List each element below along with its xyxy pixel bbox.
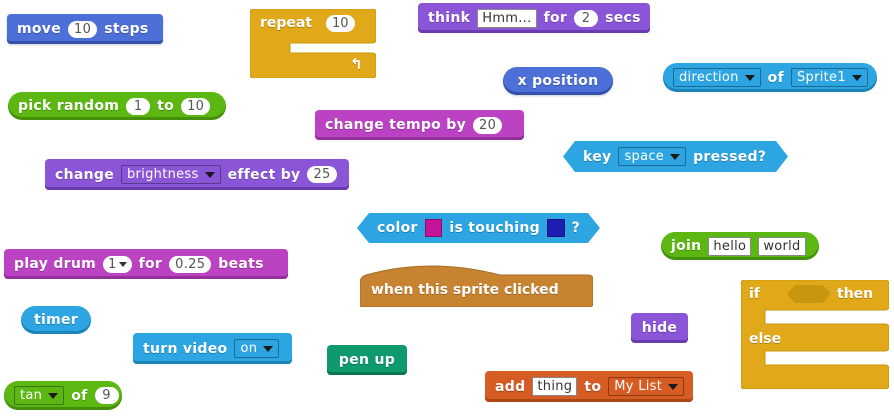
change-effect-block[interactable]: change brightness effect by 25 bbox=[45, 159, 349, 190]
repeat-count-input[interactable]: 10 bbox=[326, 15, 355, 32]
tan-value-input[interactable]: 9 bbox=[94, 387, 119, 404]
color-swatch-1[interactable] bbox=[425, 219, 443, 237]
chevron-down-icon bbox=[670, 154, 680, 160]
move-steps-block[interactable]: move 10 steps bbox=[7, 14, 163, 44]
chevron-down-icon bbox=[118, 261, 127, 267]
key-pressed-predicate[interactable]: key space pressed? bbox=[563, 141, 788, 172]
join-reporter[interactable]: join hello world bbox=[661, 232, 819, 260]
think-text-input[interactable]: Hmm... bbox=[477, 8, 537, 28]
tempo-input[interactable]: 20 bbox=[473, 116, 503, 134]
effect-dropdown[interactable]: brightness bbox=[121, 165, 221, 184]
chevron-down-icon bbox=[851, 74, 862, 81]
repeat-label: repeat bbox=[260, 15, 313, 31]
for-label: for bbox=[138, 256, 163, 272]
chevron-down-icon bbox=[263, 345, 274, 352]
secs-label: secs bbox=[605, 10, 641, 26]
video-state-value: on bbox=[240, 341, 258, 356]
of-label: of bbox=[767, 69, 784, 86]
pick-random-reporter[interactable]: pick random 1 to 10 bbox=[8, 92, 226, 120]
join-second-input[interactable]: world bbox=[758, 236, 806, 256]
property-dropdown[interactable]: direction bbox=[673, 68, 761, 87]
to-label: to bbox=[584, 378, 602, 395]
think-label: think bbox=[428, 10, 471, 26]
color-label: color bbox=[377, 220, 418, 236]
if-else-block[interactable]: if then else bbox=[740, 279, 890, 390]
chevron-down-icon bbox=[744, 74, 755, 81]
when-sprite-clicked-hat[interactable]: when this sprite clicked bbox=[359, 263, 594, 308]
key-value: space bbox=[624, 149, 665, 164]
turn-video-label: turn video bbox=[143, 340, 228, 357]
change-tempo-block[interactable]: change tempo by 20 bbox=[315, 110, 524, 140]
turn-video-block[interactable]: turn video on bbox=[133, 333, 292, 364]
function-value: tan bbox=[20, 388, 43, 403]
chevron-down-icon bbox=[668, 383, 679, 390]
beats-input[interactable]: 0.25 bbox=[169, 255, 212, 273]
x-position-reporter[interactable]: x position bbox=[503, 67, 613, 95]
tan-of-reporter[interactable]: tan of 9 bbox=[4, 381, 122, 410]
change-label: change bbox=[55, 166, 114, 183]
color-swatch-2[interactable] bbox=[547, 219, 565, 237]
think-for-secs-block[interactable]: think Hmm... for 2 secs bbox=[418, 3, 650, 33]
x-position-label: x position bbox=[517, 73, 599, 89]
effect-amount-input[interactable]: 25 bbox=[307, 166, 337, 183]
video-state-dropdown[interactable]: on bbox=[234, 339, 280, 358]
to-label: to bbox=[157, 98, 175, 114]
hide-label: hide bbox=[641, 320, 678, 336]
pen-up-label: pen up bbox=[338, 352, 396, 368]
when-clicked-label: when this sprite clicked bbox=[371, 282, 559, 298]
pressed-label: pressed? bbox=[693, 148, 767, 165]
list-item-input[interactable]: thing bbox=[532, 377, 578, 396]
chevron-down-icon bbox=[204, 171, 215, 178]
effect-by-label: effect by bbox=[227, 166, 301, 183]
steps-label: steps bbox=[104, 21, 149, 37]
color-touching-predicate[interactable]: color is touching ? bbox=[357, 213, 600, 243]
for-label: for bbox=[543, 10, 568, 26]
then-label: then bbox=[837, 286, 874, 302]
steps-input[interactable]: 10 bbox=[68, 20, 98, 38]
change-tempo-label: change tempo by bbox=[325, 117, 467, 133]
if-label: if bbox=[749, 286, 760, 302]
direction-of-sprite-reporter[interactable]: direction of Sprite1 bbox=[663, 63, 877, 92]
list-dropdown[interactable]: My List bbox=[608, 377, 685, 396]
random-from-input[interactable]: 1 bbox=[126, 97, 151, 115]
of-label: of bbox=[71, 387, 88, 404]
question-label: ? bbox=[571, 220, 580, 236]
repeat-block[interactable]: repeat 10 ↰ bbox=[249, 8, 377, 79]
pick-random-label: pick random bbox=[18, 98, 120, 114]
timer-label: timer bbox=[34, 312, 78, 328]
play-drum-label: play drum bbox=[14, 256, 97, 272]
pen-up-block[interactable]: pen up bbox=[327, 345, 407, 375]
add-label: add bbox=[495, 378, 526, 395]
loop-arrow-icon: ↰ bbox=[350, 55, 363, 73]
key-label: key bbox=[583, 148, 612, 165]
drum-value: 1 bbox=[108, 256, 117, 272]
drum-dropdown[interactable]: 1 bbox=[103, 255, 132, 273]
join-label: join bbox=[671, 238, 702, 254]
sprite-value: Sprite1 bbox=[796, 70, 846, 85]
add-to-list-block[interactable]: add thing to My List bbox=[485, 371, 693, 402]
secs-input[interactable]: 2 bbox=[574, 9, 599, 27]
hide-block[interactable]: hide bbox=[631, 313, 688, 343]
sprite-dropdown[interactable]: Sprite1 bbox=[790, 68, 868, 87]
key-dropdown[interactable]: space bbox=[618, 147, 686, 166]
play-drum-block[interactable]: play drum 1 for 0.25 beats bbox=[4, 249, 288, 279]
beats-label: beats bbox=[218, 256, 264, 272]
timer-reporter[interactable]: timer bbox=[21, 306, 91, 334]
chevron-down-icon bbox=[48, 392, 59, 399]
move-label: move bbox=[17, 21, 62, 37]
math-function-dropdown[interactable]: tan bbox=[14, 386, 65, 405]
is-touching-label: is touching bbox=[449, 220, 540, 236]
else-label: else bbox=[749, 331, 782, 347]
random-to-input[interactable]: 10 bbox=[181, 97, 211, 115]
list-value: My List bbox=[614, 379, 663, 394]
property-value: direction bbox=[679, 70, 739, 85]
effect-value: brightness bbox=[127, 167, 199, 182]
join-first-input[interactable]: hello bbox=[708, 236, 752, 256]
